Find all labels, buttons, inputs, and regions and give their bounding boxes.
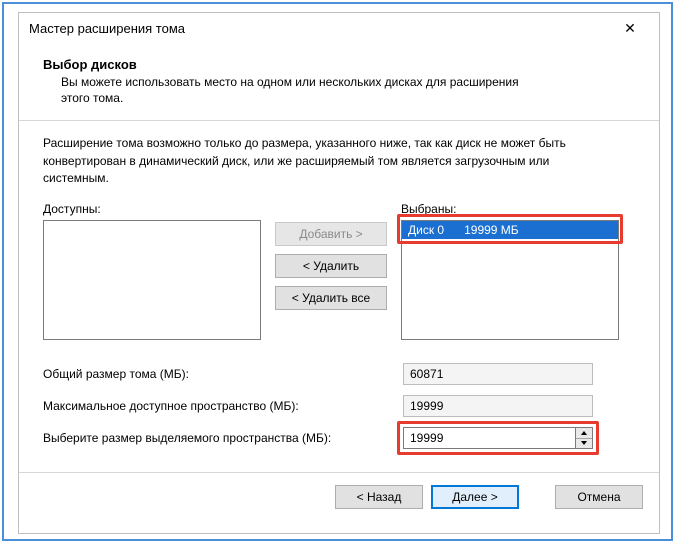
selected-label: Выбраны: — [401, 202, 619, 216]
wizard-dialog: Мастер расширения тома ✕ Выбор дисков Вы… — [18, 12, 660, 534]
spinner-down-button[interactable] — [576, 438, 592, 448]
back-button[interactable]: < Назад — [335, 485, 423, 509]
header: Выбор дисков Вы можете использовать мест… — [19, 43, 659, 114]
selected-column: Выбраны: Диск 0 19999 МБ — [401, 202, 619, 340]
total-size-label: Общий размер тома (МБ): — [43, 367, 403, 381]
body: Расширение тома возможно только до разме… — [19, 121, 659, 453]
transfer-buttons: Добавить > < Удалить < Удалить все — [261, 202, 401, 310]
constraint-note: Расширение тома возможно только до разме… — [43, 135, 603, 187]
available-label: Доступны: — [43, 202, 261, 216]
remove-button[interactable]: < Удалить — [275, 254, 387, 278]
max-space-label: Максимальное доступное пространство (МБ)… — [43, 399, 403, 413]
size-fields: Общий размер тома (МБ): 60871 Максимальн… — [43, 358, 635, 454]
spinner-up-button[interactable] — [576, 428, 592, 438]
spinner-buttons — [575, 427, 593, 449]
titlebar: Мастер расширения тома ✕ — [19, 13, 659, 43]
available-column: Доступны: — [43, 202, 261, 340]
available-listbox[interactable] — [43, 220, 261, 340]
list-item[interactable]: Диск 0 19999 МБ — [402, 221, 618, 239]
select-size-input[interactable] — [403, 427, 575, 449]
select-size-label: Выберите размер выделяемого пространства… — [43, 431, 403, 445]
dialog-title: Мастер расширения тома — [29, 21, 609, 36]
remove-all-button[interactable]: < Удалить все — [275, 286, 387, 310]
select-size-row: Выберите размер выделяемого пространства… — [43, 422, 635, 454]
chevron-up-icon — [581, 431, 587, 435]
chevron-down-icon — [581, 441, 587, 445]
max-space-value: 19999 — [403, 395, 593, 417]
total-size-row: Общий размер тома (МБ): 60871 — [43, 358, 635, 390]
footer-buttons: < Назад Далее > Отмена — [19, 473, 659, 509]
add-button[interactable]: Добавить > — [275, 222, 387, 246]
page-title: Выбор дисков — [43, 57, 635, 72]
total-size-value: 60871 — [403, 363, 593, 385]
disk-picker: Доступны: Добавить > < Удалить < Удалить… — [43, 202, 635, 340]
max-space-row: Максимальное доступное пространство (МБ)… — [43, 390, 635, 422]
selected-listbox[interactable]: Диск 0 19999 МБ — [401, 220, 619, 340]
page-description: Вы можете использовать место на одном ил… — [43, 74, 543, 106]
select-size-spinner[interactable] — [403, 427, 593, 449]
close-icon: ✕ — [624, 20, 636, 37]
close-button[interactable]: ✕ — [609, 14, 651, 42]
outer-frame: Мастер расширения тома ✕ Выбор дисков Вы… — [2, 2, 673, 541]
cancel-button[interactable]: Отмена — [555, 485, 643, 509]
next-button[interactable]: Далее > — [431, 485, 519, 509]
